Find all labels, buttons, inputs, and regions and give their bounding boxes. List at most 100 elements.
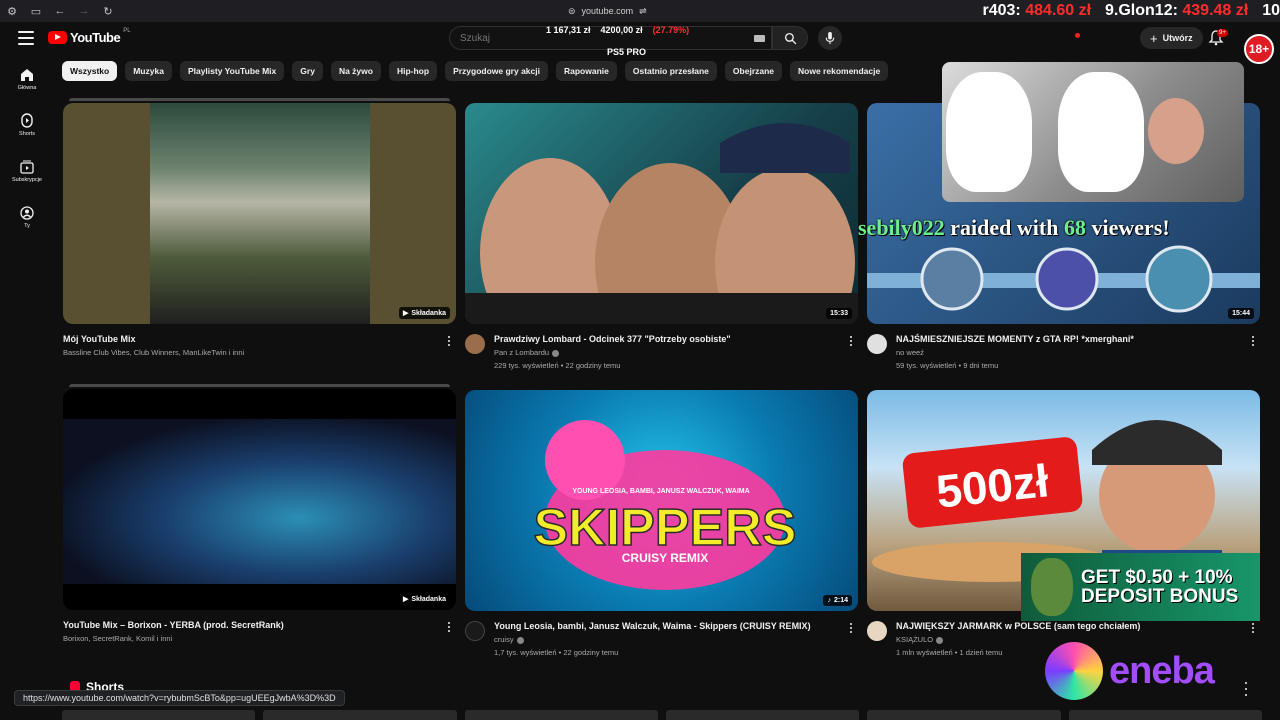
shorts-icon — [21, 113, 33, 128]
search-icon — [784, 32, 796, 44]
chip-new-recommendations[interactable]: Nowe rekomendacje — [790, 61, 889, 81]
channel-avatar[interactable] — [465, 334, 485, 354]
video-channel[interactable]: no weeź — [896, 348, 924, 357]
sidebar-item-home[interactable]: Główna — [0, 56, 54, 102]
microphone-icon — [825, 31, 835, 44]
youtube-logo[interactable]: YouTube PL — [48, 28, 131, 45]
logo-text: YouTube — [70, 30, 121, 45]
chip-recently-uploaded[interactable]: Ostatnio przesłane — [624, 61, 717, 81]
forward-icon[interactable]: → — [72, 0, 96, 22]
ticker-label: 10 — [1262, 2, 1280, 19]
chip-all[interactable]: Wszystko — [62, 61, 118, 81]
search-button[interactable] — [772, 26, 808, 50]
short-thumbnail[interactable] — [263, 710, 457, 720]
short-thumbnail[interactable] — [62, 710, 256, 720]
address-bar[interactable]: ⊜ youtube.com ⇌ — [568, 4, 678, 18]
youtube-header: YouTube PL 1 167,31 zł 4200,00 zł (27.79… — [0, 22, 1280, 57]
browser-menu-icon[interactable]: ⚙ — [0, 0, 24, 22]
video-meta: Young Leosia, bambi, Janusz Walczuk, Wai… — [465, 611, 858, 671]
thumbnail-photo — [150, 103, 370, 324]
video-stats: 1 mln wyświetleń • 1 dzień temu — [896, 648, 1003, 657]
thumbnail-art: YOUNG LEOSIA, BAMBI, JANUSZ WALCZUK, WAI… — [533, 420, 797, 590]
video-channel[interactable]: Bassline Club Vibes, Club Winners, ManLi… — [63, 348, 244, 357]
more-options-icon[interactable] — [1248, 621, 1258, 635]
back-icon[interactable]: ← — [48, 0, 72, 22]
stock-value-1: 1 167,31 zł — [546, 25, 591, 35]
more-options-icon[interactable] — [1248, 334, 1258, 348]
video-title[interactable]: NAJWIĘKSZY JARMARK w POLSCE (sam tego ch… — [896, 621, 1140, 631]
short-thumbnail[interactable] — [867, 710, 1061, 720]
channel-avatar[interactable] — [867, 621, 887, 641]
video-card[interactable]: YOUNG LEOSIA, BAMBI, JANUSZ WALCZUK, WAI… — [465, 390, 858, 671]
sidebar-item-shorts[interactable]: Shorts — [0, 102, 54, 148]
video-channel[interactable]: KSIĄŻULO — [896, 635, 944, 644]
link-status-bar: https://www.youtube.com/watch?v=rybubmSc… — [14, 690, 345, 706]
ps5-label: PS5 PRO — [607, 47, 647, 57]
video-title[interactable]: Prawdziwy Lombard - Odcinek 377 "Potrzeb… — [494, 334, 731, 344]
plus-icon: + — [1150, 30, 1158, 46]
raid-name: sebily022 — [858, 215, 945, 240]
site-info-icon[interactable]: ⊜ — [568, 6, 576, 17]
video-channel[interactable]: Borixon, SecretRank, Komil i inni — [63, 634, 172, 643]
video-card[interactable]: 500zł NAJWIĘKSZY JARMARK w POLSCE (sam t… — [867, 390, 1260, 671]
video-thumbnail[interactable]: ▶ Składanka — [63, 103, 456, 324]
home-icon — [21, 68, 33, 81]
create-button[interactable]: + Utwórz — [1140, 27, 1203, 49]
eneba-logo: eneba — [1045, 642, 1215, 700]
ghost-sticker — [946, 72, 1032, 192]
eneba-mark-icon — [1045, 642, 1103, 700]
channel-avatar[interactable] — [867, 334, 887, 354]
more-options-icon[interactable] — [846, 621, 856, 635]
sidebar-item-label: Główna — [17, 84, 37, 91]
menu-icon[interactable] — [18, 31, 34, 45]
chip-music[interactable]: Muzyka — [125, 61, 172, 81]
video-title[interactable]: NAJŚMIESZNIEJSZE MOMENTY z GTA RP! *xmer… — [896, 334, 1134, 344]
shorts-more-icon[interactable] — [1245, 682, 1251, 696]
video-card[interactable]: ▶ Składanka YouTube Mix – Borixon - YERBA… — [63, 384, 456, 670]
more-options-icon[interactable] — [846, 334, 856, 348]
short-thumbnail[interactable] — [665, 710, 860, 720]
video-stats: 1,7 tys. wyświetleń • 22 godziny temu — [494, 648, 619, 657]
video-thumbnail[interactable]: YOUNG LEOSIA, BAMBI, JANUSZ WALCZUK, WAI… — [465, 390, 858, 611]
chip-action-adventure[interactable]: Przygodowe gry akcji — [445, 61, 548, 81]
chip-watched[interactable]: Obejrzane — [724, 61, 783, 81]
video-channel[interactable]: Pan z Lombardu — [494, 348, 560, 357]
short-thumbnail[interactable] — [1068, 710, 1262, 720]
keyboard-icon[interactable] — [754, 35, 765, 42]
video-card[interactable]: ▶ Składanka Mój YouTube Mix Bassline Club… — [63, 98, 456, 384]
video-meta: Mój YouTube Mix Bassline Club Vibes, Clu… — [63, 324, 456, 384]
channel-avatar[interactable] — [465, 621, 485, 641]
sidebar-item-you[interactable]: Ty — [0, 194, 54, 240]
video-thumbnail[interactable]: ▶ Składanka — [63, 389, 456, 610]
reload-icon[interactable]: ↻ — [96, 0, 120, 22]
filter-chips: Wszystko Muzyka Playlisty YouTube Mix Gr… — [62, 61, 889, 81]
chip-rap[interactable]: Rapowanie — [555, 61, 617, 81]
video-title[interactable]: Young Leosia, bambi, Janusz Walczuk, Wai… — [494, 621, 811, 631]
chip-hip-hop[interactable]: Hip-hop — [388, 61, 438, 81]
channel-name: Pan z Lombardu — [494, 348, 550, 357]
tune-icon: ⇌ — [639, 5, 647, 16]
video-thumbnail[interactable]: 15:33 — [465, 103, 858, 324]
sidebar-toggle-icon[interactable]: ▭ — [24, 0, 48, 22]
video-title[interactable]: YouTube Mix – Borixon - YERBA (prod. Sec… — [63, 620, 284, 630]
search-input[interactable] — [450, 32, 540, 44]
video-card[interactable]: 15:33 Prawdziwy Lombard - Odcinek 377 "P… — [465, 103, 858, 384]
video-channel[interactable]: cruisy — [494, 635, 524, 644]
voice-search-button[interactable] — [818, 26, 842, 50]
thumb-subtitle: CRUISY REMIX — [622, 551, 708, 565]
raid-count: 68 — [1063, 215, 1086, 240]
short-thumbnail[interactable] — [464, 710, 658, 720]
raid-text: raided with — [950, 215, 1059, 240]
more-options-icon[interactable] — [444, 620, 454, 634]
stock-change: (27.79%) — [652, 25, 690, 35]
video-title[interactable]: Mój YouTube Mix — [63, 334, 136, 344]
more-options-icon[interactable] — [444, 334, 454, 348]
sidebar-item-label: Subskrypcje — [12, 176, 42, 183]
chip-games[interactable]: Gry — [292, 61, 323, 81]
verified-icon — [552, 349, 560, 357]
chip-live[interactable]: Na żywo — [330, 61, 381, 81]
video-meta: Prawdziwy Lombard - Odcinek 377 "Potrzeb… — [465, 324, 858, 384]
youtube-play-icon — [48, 31, 67, 44]
sidebar-item-subscriptions[interactable]: Subskrypcje — [0, 148, 54, 194]
chip-youtube-mix[interactable]: Playlisty YouTube Mix — [179, 61, 285, 81]
